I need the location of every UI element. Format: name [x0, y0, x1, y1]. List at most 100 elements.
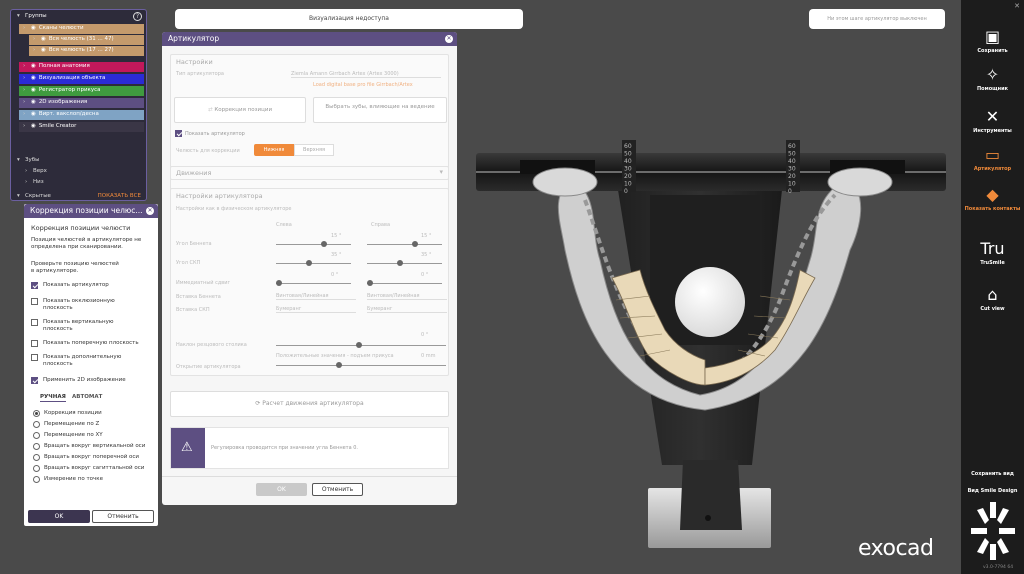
eye-icon[interactable]: ◉	[31, 123, 36, 129]
opening-value[interactable]: 0 mm	[421, 353, 436, 359]
eye-icon[interactable]: ◉	[41, 47, 46, 53]
bennett-left-slider[interactable]	[276, 241, 351, 247]
radio-4[interactable]	[33, 454, 40, 461]
checkbox-5[interactable]	[31, 377, 38, 384]
teeth-header[interactable]: ▾ Зубы	[13, 156, 144, 166]
correction-cancel-button[interactable]: Отменить	[92, 510, 154, 523]
sci-insert-left-select[interactable]: Бумеранг	[276, 306, 356, 313]
select-teeth-button[interactable]: Выбрать зубы, влияющие на ведение	[313, 97, 447, 123]
bennett-right-slider[interactable]	[367, 241, 442, 247]
radio-3[interactable]	[33, 443, 40, 450]
scale-tick-label: 30	[788, 166, 796, 173]
articulator-ok-button[interactable]: OK	[256, 483, 307, 496]
sci-left-value[interactable]: 35 °	[331, 252, 341, 258]
sci-right-value[interactable]: 35 °	[421, 252, 431, 258]
smile-design-view-button[interactable]: Вид Smile Design	[961, 488, 1024, 494]
tool-trusmile[interactable]: Tru TruSmile	[961, 240, 1024, 267]
tool-save[interactable]: ▣ Сохранить	[961, 28, 1024, 55]
checkbox-label: Показать дополнительную плоскость	[43, 354, 122, 367]
shift-right-value[interactable]: 0 °	[421, 272, 428, 278]
shift-left-slider[interactable]	[276, 280, 351, 286]
tab-manual[interactable]: РУЧНАЯ	[40, 394, 66, 402]
checkbox-4[interactable]	[31, 354, 38, 361]
sci-left-slider[interactable]	[276, 260, 351, 266]
tool-contacts[interactable]: ◆ Показать контакты	[961, 186, 1024, 213]
position-correction-panel: Коррекция позиции челюс... ✕ Коррекция по…	[24, 204, 158, 526]
eye-icon[interactable]: ◉	[31, 75, 36, 81]
group-label: Вирт. вакслоп/десна	[38, 111, 99, 117]
teeth-lower[interactable]: › Низ	[21, 178, 144, 188]
tool-articulator[interactable]: ▭ Артикулятор	[961, 146, 1024, 173]
checkbox-0[interactable]	[31, 282, 38, 289]
incisal-pin-value[interactable]: 0 °	[421, 332, 428, 338]
bennett-left-value[interactable]: 15 °	[331, 233, 341, 239]
group-row[interactable]: › ◉ Визуализация объекта	[19, 74, 144, 84]
save-view-button[interactable]: Сохранить вид	[961, 471, 1024, 477]
calculate-movement-button[interactable]: ⟳ Расчет движения артикулятора	[170, 391, 449, 417]
group-row[interactable]: › ◉ Smile Creator	[19, 122, 144, 132]
exocad-logo: exocad	[858, 536, 934, 561]
group-row[interactable]: › ◉ Вся челюсть (31 ... 47)	[29, 35, 144, 45]
group-row[interactable]: › ◉ Регистратор прикуса	[19, 86, 144, 96]
teeth-upper[interactable]: › Верх	[21, 167, 144, 177]
radio-label: Перемещение по XY	[44, 432, 103, 438]
window-close-icon[interactable]: ✕	[1014, 2, 1020, 10]
checkbox-3[interactable]	[31, 340, 38, 347]
bennett-insert-left-select[interactable]: Винтовая/Линейная	[276, 293, 356, 300]
groups-header[interactable]: ▾ Группы	[13, 12, 144, 22]
group-row[interactable]: › ◉ Полная анатомия	[19, 62, 144, 72]
warning-icon-block: ⚠	[171, 428, 205, 468]
correction-ok-button[interactable]: OK	[28, 510, 90, 523]
tool-cutview[interactable]: ⌂ Cut view	[961, 286, 1024, 313]
radio-6[interactable]	[33, 476, 40, 483]
eye-icon[interactable]: ◉	[31, 99, 36, 105]
show-all-link[interactable]: ПОКАЗАТЬ ВСЕ	[98, 193, 141, 199]
segment-lower[interactable]: Нижняя	[254, 144, 294, 156]
sci-right-slider[interactable]	[367, 260, 442, 266]
tool-tools[interactable]: ✕ Инструменты	[961, 107, 1024, 135]
show-articulator-checkbox[interactable]	[175, 130, 182, 137]
eye-icon[interactable]: ◉	[31, 111, 36, 117]
group-row[interactable]: › ◉ Вирт. вакслоп/десна	[19, 110, 144, 120]
model-link[interactable]: Load digital base pro file Girrbach/Arte…	[313, 82, 413, 88]
close-icon[interactable]: ✕	[445, 35, 453, 43]
radio-1[interactable]	[33, 421, 40, 428]
radio-2[interactable]	[33, 432, 40, 439]
eye-icon[interactable]: ◉	[31, 87, 36, 93]
articulator-cancel-button[interactable]: Отменить	[312, 483, 363, 496]
sci-insert-right-select[interactable]: Бумеранг	[367, 306, 447, 313]
checkbox-2[interactable]	[31, 319, 38, 326]
bennett-insert-right-select[interactable]: Винтовая/Линейная	[367, 293, 447, 300]
eye-icon[interactable]: ◉	[41, 36, 46, 42]
tool-wand[interactable]: ✧ Помощник	[961, 66, 1024, 93]
tab-auto[interactable]: АВТОМАТ	[72, 394, 102, 400]
scale-tick-label: 40	[788, 158, 796, 165]
checkbox-label: Показать окклюзионную плоскость	[43, 298, 115, 311]
incisal-pin-slider[interactable]	[276, 342, 446, 348]
chevron-down-icon: ▾	[439, 168, 443, 176]
checkbox-1[interactable]	[31, 298, 38, 305]
eye-icon[interactable]: ◉	[31, 25, 36, 31]
sci-angle-label: Угол СКП	[176, 260, 201, 266]
help-icon[interactable]: ?	[133, 12, 142, 21]
movement-section[interactable]: Движения ▾	[170, 166, 449, 180]
shift-left-value[interactable]: 0 °	[331, 272, 338, 278]
position-correction-button[interactable]: ⇄ Коррекция позиции	[174, 97, 306, 123]
segment-upper[interactable]: Верхняя	[294, 144, 334, 156]
checkbox-label: Применить 2D изображение	[43, 377, 126, 383]
opening-slider[interactable]	[276, 362, 446, 368]
chevron-right-icon: ›	[23, 87, 26, 93]
bennett-right-value[interactable]: 15 °	[421, 233, 431, 239]
group-row[interactable]: › ◉ Сканы челюсти	[19, 24, 144, 34]
articulator-type-label: Тип артикулятора	[176, 71, 224, 77]
shift-right-slider[interactable]	[367, 280, 442, 286]
radio-5[interactable]	[33, 465, 40, 472]
group-row[interactable]: › ◉ 2D изображения	[19, 98, 144, 108]
articulator-type-select[interactable]: Ziemla Amann Girrbach Artex (Artex 3000)	[291, 71, 441, 78]
eye-icon[interactable]: ◉	[31, 63, 36, 69]
group-label: Вся челюсть (31 ... 47)	[48, 36, 114, 42]
radio-0[interactable]	[33, 410, 40, 417]
tools-icon: ✕	[985, 107, 1000, 126]
group-row[interactable]: › ◉ Вся челюсть (17 ... 27)	[29, 46, 144, 56]
close-icon[interactable]: ✕	[146, 207, 154, 215]
